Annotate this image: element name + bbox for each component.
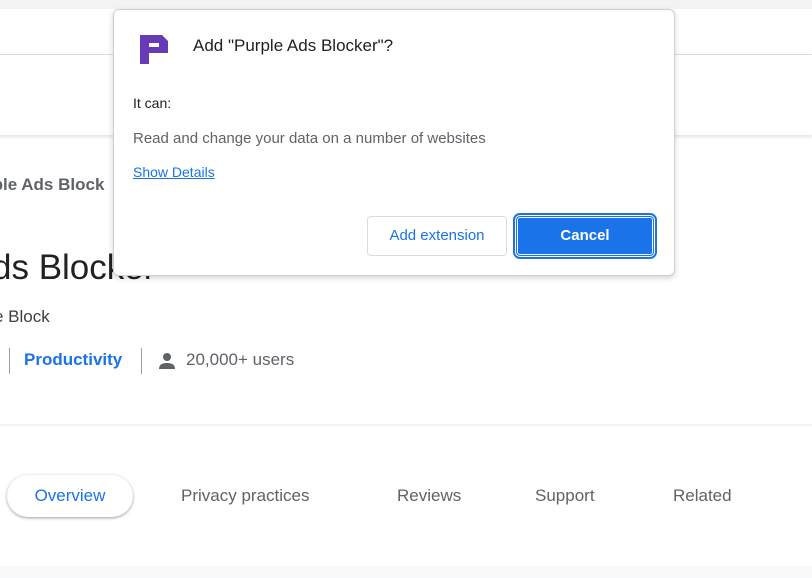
add-extension-button[interactable]: Add extension — [367, 216, 507, 256]
add-extension-dialog: Add "Purple Ads Blocker"? It can: Read a… — [113, 9, 675, 276]
tab-reviews[interactable]: Reviews — [397, 475, 461, 517]
extension-subtitle: e Block — [0, 307, 50, 326]
meta-divider — [141, 348, 142, 374]
person-icon — [159, 353, 175, 369]
show-details-link[interactable]: Show Details — [133, 164, 215, 180]
permissions-heading: It can: — [133, 95, 172, 111]
dialog-title: Add "Purple Ads Blocker"? — [193, 36, 394, 55]
tab-related[interactable]: Related — [673, 475, 732, 517]
detail-tabs: Overview Privacy practices Reviews Suppo… — [0, 475, 812, 517]
section-divider — [0, 424, 812, 426]
bottom-section — [0, 566, 812, 578]
tab-support[interactable]: Support — [535, 475, 595, 517]
permission-item: Read and change your data on a number of… — [133, 130, 486, 147]
category-link[interactable]: Productivity — [24, 350, 122, 370]
purple-p-logo-icon — [140, 35, 168, 64]
breadcrumb[interactable]: rple Ads Block — [0, 175, 104, 195]
browser-top-strip — [0, 0, 812, 9]
extension-store-page: rple Ads Block ds Blocker e Block Produc… — [0, 0, 812, 578]
tab-overview[interactable]: Overview — [7, 475, 133, 517]
users-count: 20,000+ users — [186, 350, 295, 369]
tab-privacy-practices[interactable]: Privacy practices — [181, 475, 309, 517]
cancel-button[interactable]: Cancel — [513, 213, 657, 259]
meta-divider — [9, 348, 10, 374]
